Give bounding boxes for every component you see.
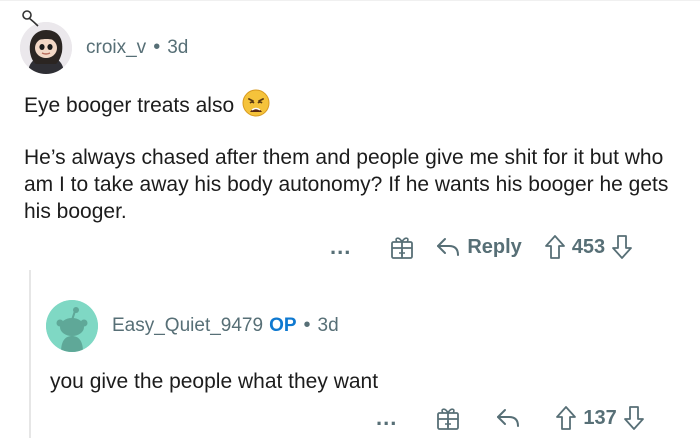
reply-label: Reply xyxy=(467,235,522,258)
vote-score: 137 xyxy=(583,406,617,429)
reply-arrow-icon xyxy=(437,238,460,256)
comment-actions: ... 137 xyxy=(376,405,645,431)
avatar-snoo xyxy=(46,300,98,352)
comment-actions: ... Reply 453 xyxy=(330,234,633,260)
comment-meta: croix_v • 3d xyxy=(86,36,188,59)
gift-icon xyxy=(437,408,460,430)
comment-age[interactable]: 3d xyxy=(318,315,339,337)
comment-croix-v: croix_v • 3d Eye booger treats also He’s… xyxy=(0,0,700,270)
comment-age[interactable]: 3d xyxy=(167,37,188,59)
award-button[interactable] xyxy=(435,405,461,431)
op-badge: OP xyxy=(269,314,297,336)
comment-easy-quiet: Easy_Quiet_9479 OP • 3d you give the peo… xyxy=(30,290,700,438)
downvote-icon[interactable] xyxy=(623,405,645,431)
upvote-icon[interactable] xyxy=(555,405,577,431)
meta-separator: • xyxy=(153,36,161,58)
more-options-button[interactable]: ... xyxy=(376,407,397,429)
vote-score: 453 xyxy=(571,235,606,258)
comment-first-line: Eye booger treats also xyxy=(24,89,684,124)
meta-separator: • xyxy=(303,314,311,336)
award-button[interactable] xyxy=(389,234,415,260)
comment-text: Eye booger treats also xyxy=(24,94,235,118)
comment-meta: Easy_Quiet_9479 OP • 3d xyxy=(112,314,339,337)
username[interactable]: croix_v xyxy=(86,37,146,59)
comment-paragraph: He’s always chased after them and people… xyxy=(24,146,669,223)
gift-icon xyxy=(391,237,414,259)
reply-button[interactable] xyxy=(495,407,521,429)
downvote-icon[interactable] xyxy=(611,234,633,260)
more-options-button[interactable]: ... xyxy=(330,236,351,258)
user-avatar[interactable] xyxy=(46,300,98,352)
username[interactable]: Easy_Quiet_9479 xyxy=(112,315,263,337)
weary-face-emoji xyxy=(242,89,270,124)
reply-button[interactable]: Reply xyxy=(435,235,522,259)
reply-arrow-icon xyxy=(497,409,520,427)
vote-controls: 453 xyxy=(544,234,633,260)
vote-controls: 137 xyxy=(555,405,644,431)
upvote-icon[interactable] xyxy=(544,234,566,260)
comment-paragraph: you give the people what they want xyxy=(50,370,379,393)
avatar-antenna xyxy=(22,10,39,27)
